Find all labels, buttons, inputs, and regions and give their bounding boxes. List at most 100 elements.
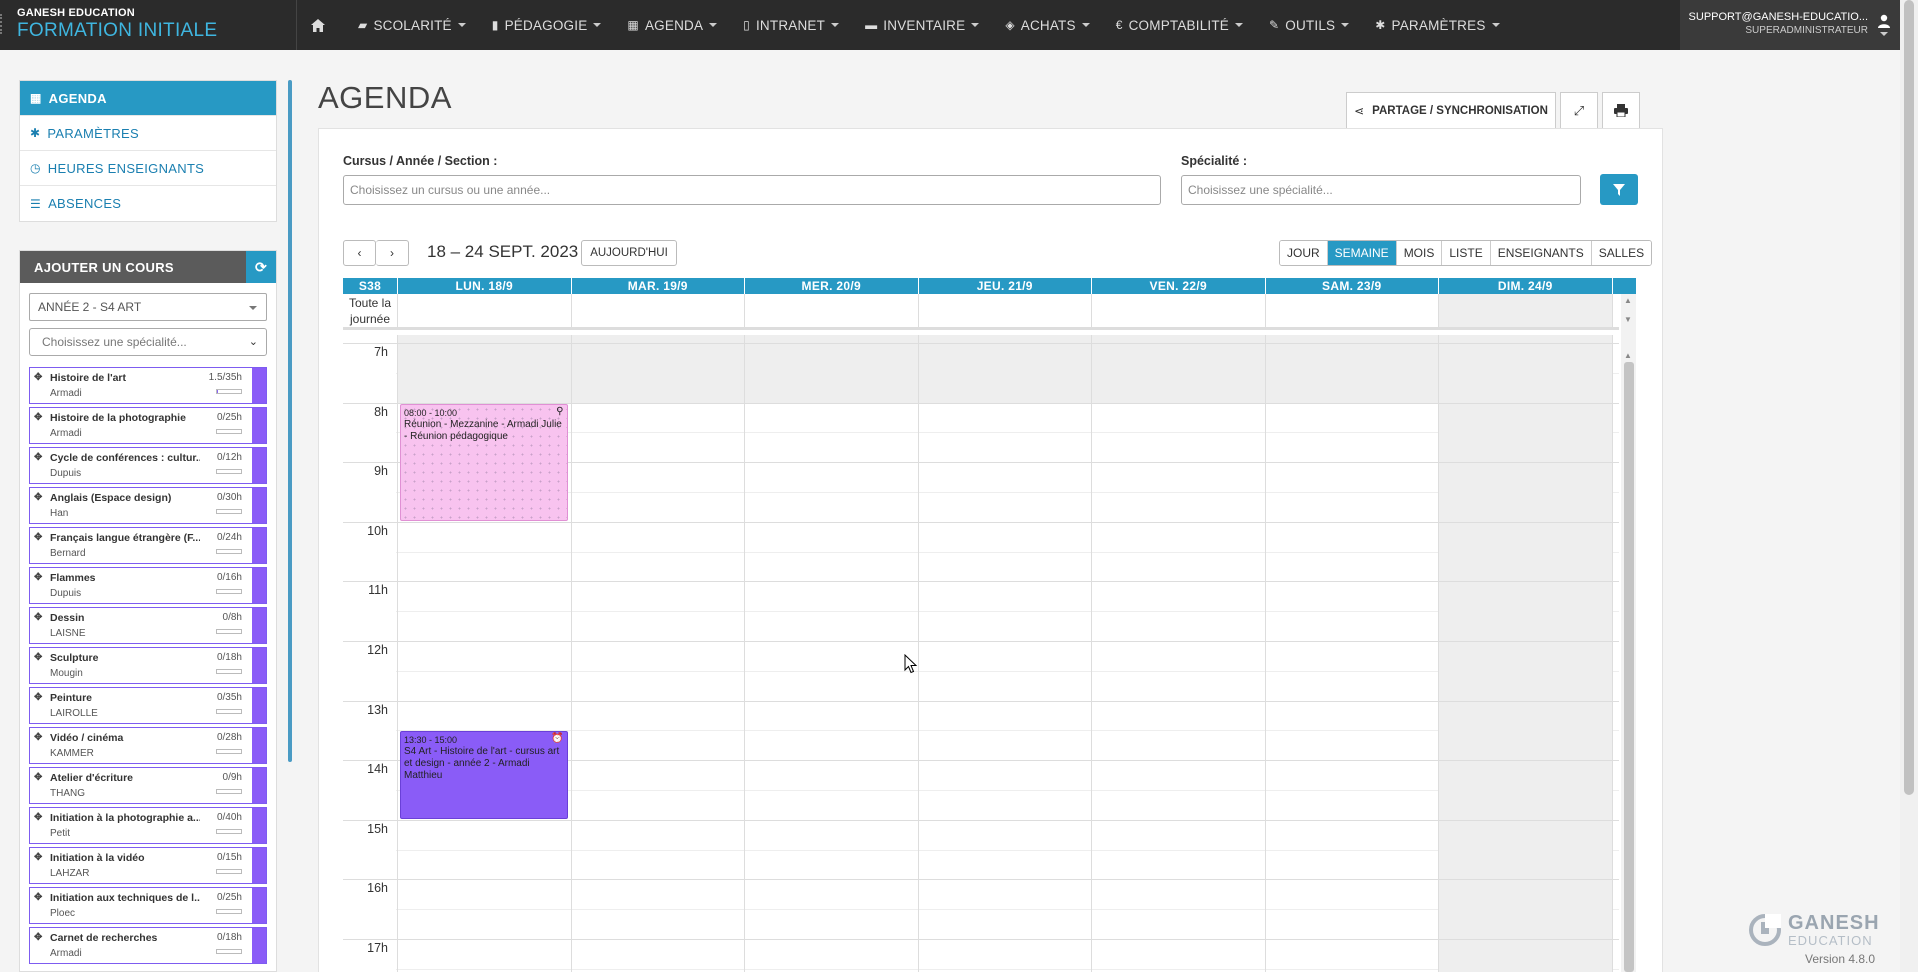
course-item[interactable]: ✥ Initiation aux techniques de l... Ploec 0… xyxy=(29,887,267,924)
course-progress xyxy=(216,869,242,874)
scrollbar-thumb[interactable] xyxy=(1904,0,1914,795)
view-mois[interactable]: MOIS xyxy=(1396,241,1443,265)
move-icon[interactable]: ✥ xyxy=(34,652,42,663)
nav-label: INVENTAIRE xyxy=(883,17,966,33)
nav-comptabilite[interactable]: € COMPTABILITÉ xyxy=(1103,0,1256,50)
drag-handle-icon[interactable] xyxy=(0,14,3,34)
view-enseignants[interactable]: ENSEIGNANTS xyxy=(1490,241,1592,265)
move-icon[interactable]: ✥ xyxy=(34,372,42,383)
move-icon[interactable]: ✥ xyxy=(34,452,42,463)
day-header[interactable]: SAM. 23/9 xyxy=(1266,278,1439,294)
course-item[interactable]: ✥ Initiation à la vidéo LAHZAR 0/15h xyxy=(29,847,267,884)
print-button[interactable] xyxy=(1602,92,1640,129)
course-progress-fill xyxy=(217,390,218,393)
course-item[interactable]: ✥ Sculpture Mougin 0/18h xyxy=(29,647,267,684)
nav-achats[interactable]: ◈ ACHATS xyxy=(992,0,1102,50)
nav-outils[interactable]: ✎ OUTILS xyxy=(1256,0,1362,50)
view-salles[interactable]: SALLES xyxy=(1591,241,1652,265)
calendar-event[interactable]: 08:00 - 10:00 Réunion - Mezzanine - Armad… xyxy=(400,403,568,521)
course-item[interactable]: ✥ Histoire de l'art Armadi 1.5/35h xyxy=(29,367,267,404)
app-version: Version 4.8.0 xyxy=(1805,952,1876,966)
course-color-swatch xyxy=(252,848,266,883)
home-button[interactable] xyxy=(300,0,345,50)
view-jour[interactable]: JOUR xyxy=(1280,241,1328,265)
course-item[interactable]: ✥ Carnet de recherches Armadi 0/18h xyxy=(29,927,267,964)
prev-week-button[interactable]: ‹ xyxy=(343,240,376,266)
move-icon[interactable]: ✥ xyxy=(34,772,42,783)
nav-pedagogie[interactable]: ▮ PÉDAGOGIE xyxy=(479,0,615,50)
day-header[interactable]: LUN. 18/9 xyxy=(398,278,572,294)
all-day-cell[interactable] xyxy=(398,294,572,327)
next-week-button[interactable]: › xyxy=(376,240,409,266)
move-icon[interactable]: ✥ xyxy=(34,412,42,423)
nav-label: OUTILS xyxy=(1285,17,1336,33)
day-header[interactable]: JEU. 21/9 xyxy=(919,278,1092,294)
course-teacher: KAMMER xyxy=(50,748,94,759)
day-header[interactable]: DIM. 24/9 xyxy=(1439,278,1613,294)
fullscreen-button[interactable]: ⤢ xyxy=(1560,92,1598,129)
move-icon[interactable]: ✥ xyxy=(34,492,42,503)
course-progress xyxy=(216,469,242,474)
sidebar-item-heures-enseignants[interactable]: ◷ HEURES ENSEIGNANTS xyxy=(20,151,276,186)
sidebar-resize-handle[interactable] xyxy=(288,80,292,762)
all-day-cell[interactable] xyxy=(572,294,745,327)
move-icon[interactable]: ✥ xyxy=(34,572,42,583)
all-day-cell[interactable] xyxy=(745,294,919,327)
sidebar-item-parametres[interactable]: ✱ PARAMÈTRES xyxy=(20,116,276,151)
brand[interactable]: GANESH EDUCATION FORMATION INITIALE xyxy=(17,7,217,42)
calendar-scrollbar[interactable]: ▲ ▼ ▲ xyxy=(1621,294,1636,972)
today-button[interactable]: AUJOURD'HUI xyxy=(581,240,677,266)
sidebar-item-absences[interactable]: ☰ ABSENCES xyxy=(20,186,276,221)
day-header[interactable]: MER. 20/9 xyxy=(745,278,919,294)
speciality-select[interactable]: Choisissez une spécialité... ⌄ xyxy=(29,328,267,356)
all-day-cell[interactable] xyxy=(1439,294,1613,327)
move-icon[interactable]: ✥ xyxy=(34,812,42,823)
course-item[interactable]: ✥ Initiation à la photographie a... Petit 0… xyxy=(29,807,267,844)
course-item[interactable]: ✥ Français langue étrangère (F... Bernard 0… xyxy=(29,527,267,564)
move-icon[interactable]: ✥ xyxy=(34,612,42,623)
move-icon[interactable]: ✥ xyxy=(34,692,42,703)
nav-agenda[interactable]: ▦ AGENDA xyxy=(614,0,730,50)
move-icon[interactable]: ✥ xyxy=(34,892,42,903)
scroll-up-icon[interactable]: ▲ xyxy=(1624,351,1632,360)
course-item[interactable]: ✥ Flammes Dupuis 0/16h xyxy=(29,567,267,604)
view-semaine[interactable]: SEMAINE xyxy=(1327,241,1397,265)
move-icon[interactable]: ✥ xyxy=(34,532,42,543)
course-item[interactable]: ✥ Dessin LAISNE 0/8h xyxy=(29,607,267,644)
share-sync-button[interactable]: ⋖ PARTAGE / SYNCHRONISATION xyxy=(1346,92,1556,129)
move-icon[interactable]: ✥ xyxy=(34,852,42,863)
course-item[interactable]: ✥ Atelier d'écriture THANG 0/9h xyxy=(29,767,267,804)
move-icon[interactable]: ✥ xyxy=(34,732,42,743)
cursus-input[interactable]: Choisissez un cursus ou une année... xyxy=(343,175,1161,205)
all-day-cell[interactable] xyxy=(919,294,1092,327)
day-column-line xyxy=(570,335,572,972)
year-select[interactable]: ANNÉE 2 - S4 ART xyxy=(29,293,267,321)
course-item[interactable]: ✥ Histoire de la photographie Armadi 0/25h xyxy=(29,407,267,444)
nav-inventaire[interactable]: ▬ INVENTAIRE xyxy=(852,0,992,50)
nav-parametres[interactable]: ✱ PARAMÈTRES xyxy=(1362,0,1512,50)
course-item[interactable]: ✥ Peinture LAIROLLE 0/35h xyxy=(29,687,267,724)
view-liste[interactable]: LISTE xyxy=(1442,241,1491,265)
day-header[interactable]: VEN. 22/9 xyxy=(1092,278,1266,294)
course-item[interactable]: ✥ Vidéo / cinéma KAMMER 0/28h xyxy=(29,727,267,764)
page-scrollbar[interactable] xyxy=(1900,0,1918,972)
scroll-down-icon[interactable]: ▼ xyxy=(1624,315,1632,324)
all-day-cell[interactable] xyxy=(1092,294,1266,327)
calendar-event[interactable]: 13:30 - 15:00 S4 Art - Histoire de l'art … xyxy=(400,731,568,819)
scroll-up-icon[interactable]: ▲ xyxy=(1624,296,1632,305)
filter-button[interactable] xyxy=(1600,174,1638,205)
hour-line xyxy=(343,700,1619,702)
nav-intranet[interactable]: ▯ INTRANET xyxy=(730,0,852,50)
all-day-cell[interactable] xyxy=(1266,294,1439,327)
user-menu[interactable]: SUPPORT@GANESH-EDUCATIO... SUPERADMINIST… xyxy=(1680,0,1900,50)
event-title: S4 Art - Histoire de l'art - cursus art … xyxy=(404,746,560,782)
day-header[interactable]: MAR. 19/9 xyxy=(572,278,745,294)
sidebar-item-agenda[interactable]: ▦ AGENDA xyxy=(20,81,276,116)
refresh-button[interactable]: ⟳ xyxy=(246,251,276,283)
course-item[interactable]: ✥ Anglais (Espace design) Han 0/30h xyxy=(29,487,267,524)
move-icon[interactable]: ✥ xyxy=(34,932,42,943)
scrollbar-thumb[interactable] xyxy=(1624,362,1634,972)
nav-scolarite[interactable]: ▰ SCOLARITÉ xyxy=(345,0,479,50)
speciality-input[interactable]: Choisissez une spécialité... xyxy=(1181,175,1581,205)
course-item[interactable]: ✥ Cycle de conférences : cultur... Dupuis 0… xyxy=(29,447,267,484)
